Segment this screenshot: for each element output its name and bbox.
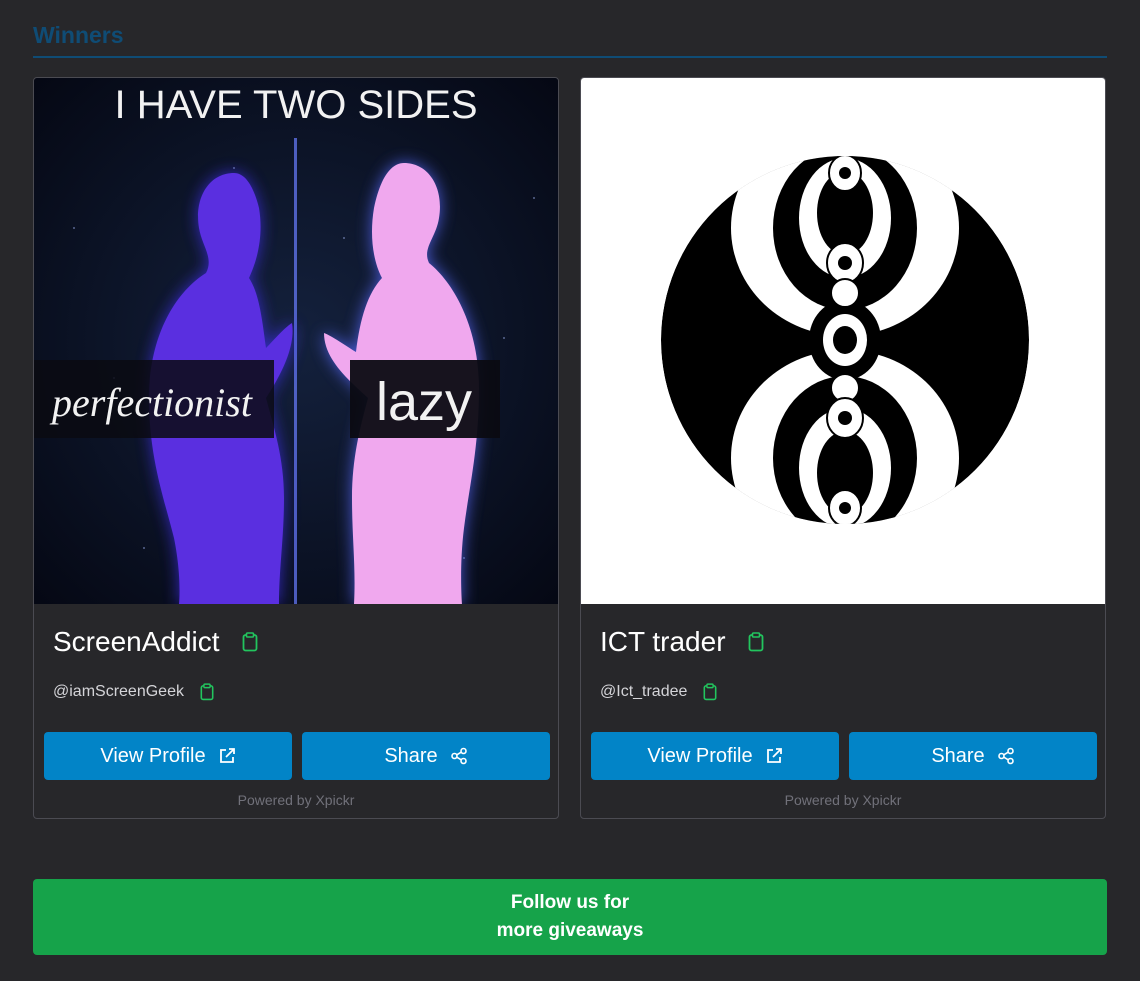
winner-avatar-image — [581, 78, 1105, 604]
view-profile-label: View Profile — [647, 744, 753, 767]
share-button[interactable]: Share — [302, 732, 550, 780]
follow-line-1: Follow us for — [510, 892, 630, 913]
winner-name-row: ICT trader — [600, 626, 764, 658]
winner-display-name: ICT trader — [600, 626, 726, 657]
winner-avatar-image: I HAVE TWO SIDES perfectionist lazy — [34, 78, 558, 604]
external-link-icon — [218, 747, 236, 765]
section-title: Winners — [33, 22, 124, 48]
share-icon — [450, 747, 468, 765]
view-profile-button[interactable]: View Profile — [591, 732, 839, 780]
winner-card-1: I HAVE TWO SIDES perfectionist lazy Scre… — [33, 77, 559, 819]
clipboard-icon[interactable] — [242, 632, 258, 652]
follow-line-2: more giveaways — [496, 920, 644, 941]
external-link-icon — [765, 747, 783, 765]
share-label: Share — [931, 744, 985, 767]
winner-handle-row: @Ict_tradee — [600, 683, 717, 701]
powered-by-text: Powered by Xpickr — [784, 792, 902, 808]
winner-handle: @iamScreenGeek — [53, 683, 184, 700]
clipboard-icon[interactable] — [748, 632, 764, 652]
meme-label-right: lazy — [376, 372, 472, 432]
view-profile-label: View Profile — [100, 744, 206, 767]
follow-us-button[interactable]: Follow us for more giveaways — [33, 879, 1107, 955]
share-label: Share — [384, 744, 438, 767]
section-divider — [33, 56, 1107, 58]
clipboard-icon[interactable] — [703, 683, 717, 701]
share-icon — [997, 747, 1015, 765]
view-profile-button[interactable]: View Profile — [44, 732, 292, 780]
meme-label-left: perfectionist — [49, 380, 253, 425]
winners-page: Winners I HAVE TWO SIDES perfectionist l… — [0, 0, 1140, 981]
share-button[interactable]: Share — [849, 732, 1097, 780]
winner-handle-row: @iamScreenGeek — [53, 683, 214, 701]
winner-handle: @Ict_tradee — [600, 683, 688, 700]
meme-caption-top: I HAVE TWO SIDES — [114, 83, 477, 127]
winner-card-2: ICT trader @Ict_tradee View Profile Shar… — [580, 77, 1106, 819]
winner-display-name: ScreenAddict — [53, 626, 220, 657]
winner-name-row: ScreenAddict — [53, 626, 258, 658]
clipboard-icon[interactable] — [200, 683, 214, 701]
powered-by-text: Powered by Xpickr — [237, 792, 355, 808]
